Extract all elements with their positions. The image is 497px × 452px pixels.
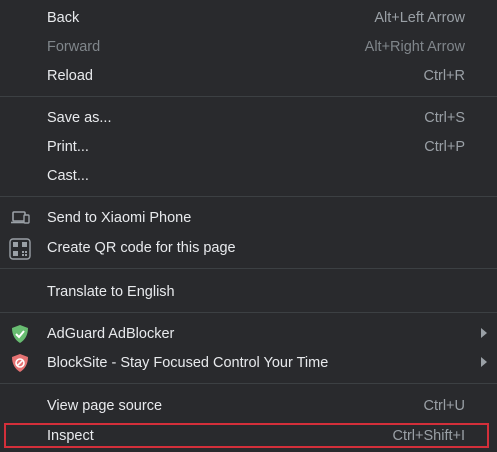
menu-item-print[interactable]: Print... Ctrl+P xyxy=(0,132,497,161)
blocksite-label: BlockSite - Stay Focused Control Your Ti… xyxy=(47,355,329,371)
separator xyxy=(0,196,497,197)
cast-label: Cast... xyxy=(47,168,89,184)
print-label: Print... xyxy=(47,139,89,155)
save-as-shortcut: Ctrl+S xyxy=(424,110,465,126)
menu-item-adguard[interactable]: AdGuard AdBlocker xyxy=(0,319,497,348)
view-source-label: View page source xyxy=(47,398,163,414)
send-to-device-label: Send to Xiaomi Phone xyxy=(47,210,192,226)
menu-item-blocksite[interactable]: BlockSite - Stay Focused Control Your Ti… xyxy=(0,348,497,377)
forward-shortcut: Alt+Right Arrow xyxy=(364,39,465,55)
submenu-arrow-icon xyxy=(481,357,487,367)
menu-item-qr-code[interactable]: Create QR code for this page xyxy=(0,233,497,262)
menu-item-view-source[interactable]: View page source Ctrl+U xyxy=(0,391,497,420)
context-menu: Back Alt+Left Arrow Forward Alt+Right Ar… xyxy=(0,0,497,452)
adguard-label: AdGuard AdBlocker xyxy=(47,326,175,342)
blocksite-shield-icon xyxy=(9,353,31,373)
save-as-label: Save as... xyxy=(47,110,112,126)
reload-label: Reload xyxy=(47,68,93,84)
device-send-icon xyxy=(9,208,31,228)
separator xyxy=(0,96,497,97)
view-source-shortcut: Ctrl+U xyxy=(423,398,466,414)
reload-shortcut: Ctrl+R xyxy=(423,68,466,84)
menu-item-translate[interactable]: Translate to English xyxy=(0,277,497,306)
separator xyxy=(0,312,497,313)
translate-label: Translate to English xyxy=(47,284,175,300)
menu-item-send-to-device[interactable]: Send to Xiaomi Phone xyxy=(0,203,497,232)
qr-code-icon xyxy=(9,238,31,260)
separator xyxy=(0,268,497,269)
adguard-shield-icon xyxy=(9,324,31,344)
menu-item-save-as[interactable]: Save as... Ctrl+S xyxy=(0,103,497,132)
qr-code-label: Create QR code for this page xyxy=(47,240,236,256)
menu-item-cast[interactable]: Cast... xyxy=(0,161,497,190)
separator xyxy=(0,383,497,384)
print-shortcut: Ctrl+P xyxy=(424,139,465,155)
menu-item-reload[interactable]: Reload Ctrl+R xyxy=(0,61,497,90)
forward-label: Forward xyxy=(47,39,101,55)
back-label: Back xyxy=(47,10,80,26)
menu-item-back[interactable]: Back Alt+Left Arrow xyxy=(0,3,497,32)
inspect-highlight-box xyxy=(4,423,489,448)
back-shortcut: Alt+Left Arrow xyxy=(374,10,465,26)
menu-item-forward[interactable]: Forward Alt+Right Arrow xyxy=(0,32,497,61)
submenu-arrow-icon xyxy=(481,328,487,338)
